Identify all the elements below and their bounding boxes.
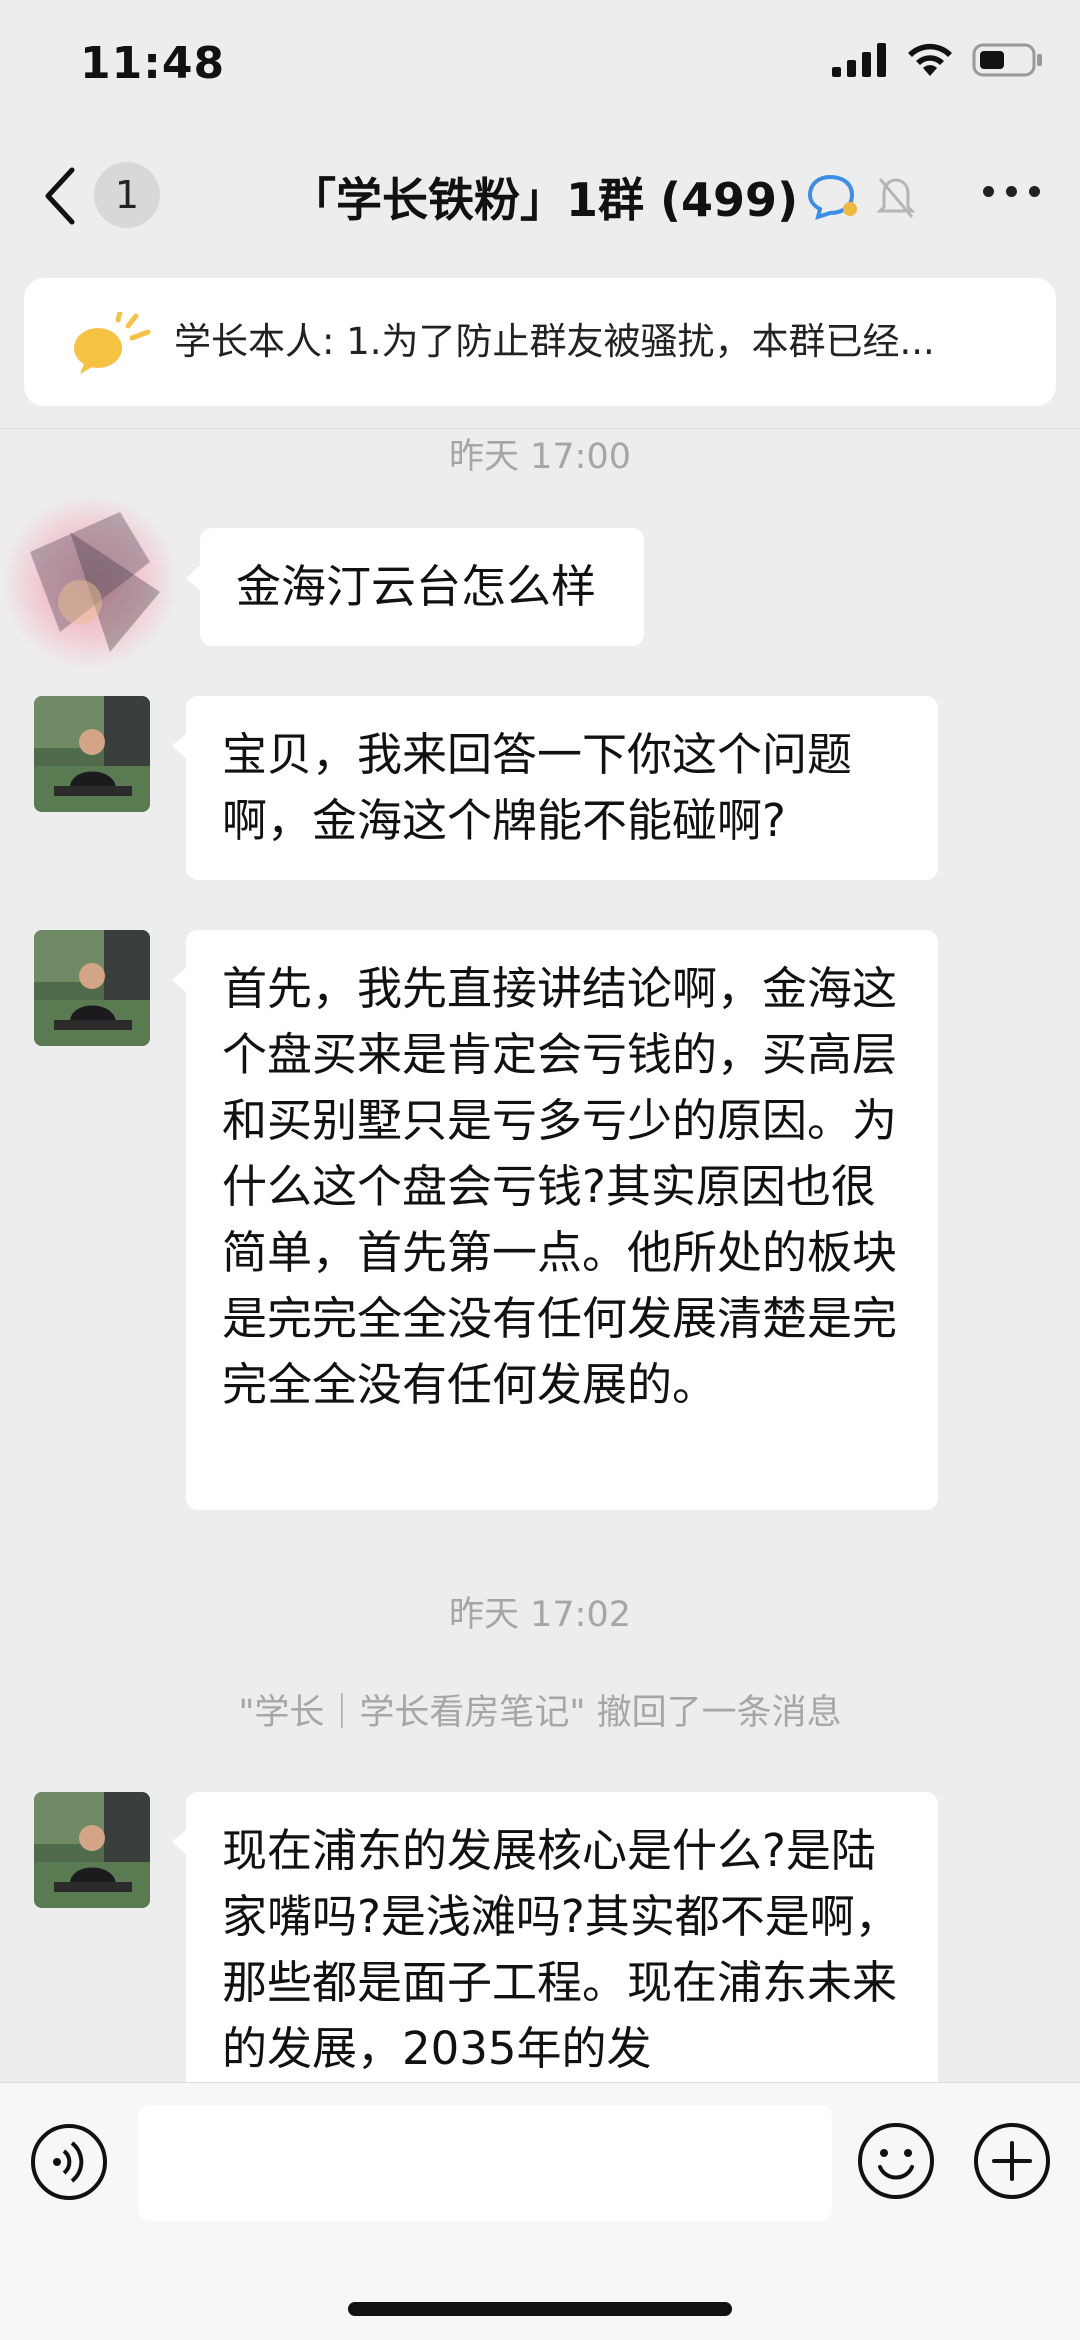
avatar[interactable] [34, 930, 150, 1046]
back-chevron-icon[interactable] [40, 164, 80, 228]
wifi-icon [908, 43, 952, 76]
message-text: 宝贝，我来回答一下你这个问题啊，金海这个牌能不能碰啊? [222, 728, 853, 847]
plus-icon[interactable] [972, 2121, 1052, 2201]
chat-title: 「学长铁粉」1群 (499) [290, 173, 799, 227]
message-bubble[interactable]: 宝贝，我来回答一下你这个问题啊，金海这个牌能不能碰啊? [172, 696, 938, 880]
chat-header: 1 「学长铁粉」1群 (499) [0, 140, 1080, 256]
status-icons [832, 42, 1044, 78]
message-text: 现在浦东的发展核心是什么?是陆家嘴吗?是浅滩吗?其实都不是啊，那些都是面子工程。… [222, 1824, 900, 2075]
mute-bell-icon [876, 178, 916, 218]
message-text: 首先，我先直接讲结论啊，金海这个盘买来是肯定会亏钱的，买高层和买别墅只是亏多亏少… [222, 962, 898, 1411]
status-time: 11:48 [80, 38, 226, 89]
avatar[interactable] [34, 696, 150, 812]
message-timestamp: 昨天 17:00 [449, 437, 631, 477]
group-notice-text: 学长本人: 1.为了防止群友被骚扰，本群已经... [174, 320, 935, 363]
home-indicator[interactable] [348, 2302, 732, 2316]
emoji-icon[interactable] [856, 2121, 936, 2201]
message-bubble[interactable]: 现在浦东的发展核心是什么?是陆家嘴吗?是浅滩吗?其实都不是啊，那些都是面子工程。… [172, 1792, 938, 2132]
recall-notice: "学长｜学长看房笔记" 撤回了一条消息 [238, 1693, 842, 1733]
unread-count-badge[interactable]: 1 [94, 162, 160, 228]
message-text: 金海汀云台怎么样 [236, 560, 597, 613]
signal-icon [832, 43, 886, 77]
message-input[interactable] [138, 2105, 832, 2221]
status-bar: 11:48 [0, 0, 1080, 140]
chat-title-area[interactable]: 「学长铁粉」1群 (499) [290, 164, 918, 230]
avatar[interactable] [34, 1792, 150, 1908]
avatar[interactable] [0, 492, 180, 672]
message-bubble[interactable]: 金海汀云台怎么样 [186, 528, 644, 646]
group-notice-banner[interactable]: 学长本人: 1.为了防止群友被骚扰，本群已经... [24, 278, 1056, 406]
chat-bubble-icon [808, 174, 858, 221]
more-icon[interactable] [983, 186, 1040, 197]
announcement-icon [74, 312, 151, 374]
message-timestamp: 昨天 17:02 [449, 1595, 631, 1635]
battery-icon [972, 43, 1042, 77]
message-bubble[interactable]: 首先，我先直接讲结论啊，金海这个盘买来是肯定会亏钱的，买高层和买别墅只是亏多亏少… [172, 930, 938, 1510]
voice-icon[interactable] [30, 2123, 108, 2201]
